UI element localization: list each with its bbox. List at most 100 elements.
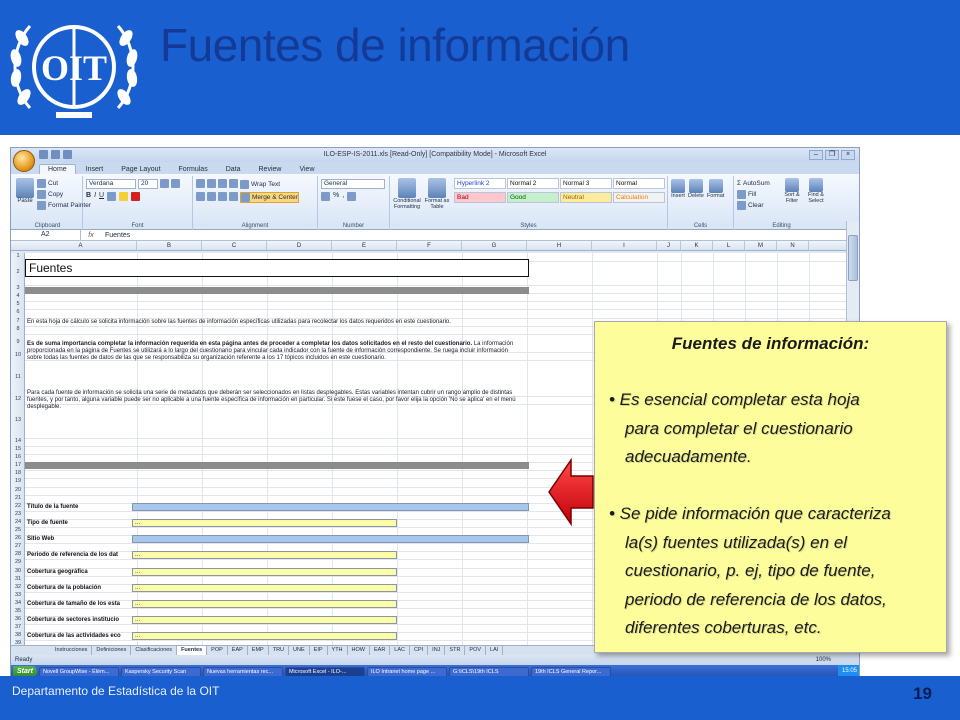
row-header[interactable]: 23: [11, 511, 25, 517]
row-header[interactable]: 27: [11, 543, 25, 549]
paste-button[interactable]: Paste: [16, 178, 34, 204]
taskbar-item[interactable]: Microsoft Excel - ILO-...: [284, 666, 365, 676]
row-header[interactable]: 26: [11, 535, 25, 541]
borders-icon[interactable]: [107, 192, 117, 201]
column-header[interactable]: L: [713, 241, 745, 250]
row-header[interactable]: 12: [11, 396, 25, 402]
row-header[interactable]: 1: [11, 253, 25, 259]
column-header[interactable]: C: [202, 241, 267, 250]
underline-button[interactable]: U: [99, 192, 104, 201]
column-header[interactable]: B: [137, 241, 202, 250]
ribbon-tab-home[interactable]: Home: [39, 164, 76, 174]
column-header[interactable]: N: [777, 241, 809, 250]
sheet-tab-pov[interactable]: POV: [465, 646, 487, 655]
sheet-tab-yth[interactable]: YTH: [328, 646, 348, 655]
sheet-tab-cpi[interactable]: CPI: [410, 646, 429, 655]
cell-style-hyperlink-2[interactable]: Hyperlink 2: [454, 178, 506, 189]
row-header[interactable]: 10: [11, 352, 25, 358]
sheet-tab-pop[interactable]: POP: [207, 646, 228, 655]
field-input[interactable]: ...: [132, 518, 397, 527]
close-button[interactable]: ×: [841, 150, 855, 160]
column-header[interactable]: D: [267, 241, 332, 250]
autosum-button[interactable]: Σ AutoSum: [737, 178, 770, 189]
field-input[interactable]: ...: [132, 616, 397, 625]
fill-color-icon[interactable]: [119, 192, 129, 201]
taskbar-item[interactable]: Novell GroupWise - Élém...: [38, 666, 119, 676]
align-left-icon[interactable]: [196, 192, 205, 201]
row-header[interactable]: 2: [11, 269, 25, 275]
row-header[interactable]: 15: [11, 446, 25, 452]
field-input[interactable]: ...: [132, 599, 397, 608]
merge-center-button[interactable]: Merge & Center: [240, 192, 299, 203]
row-header[interactable]: 11: [11, 374, 25, 380]
sheet-tab-how[interactable]: HOW: [348, 646, 370, 655]
font-size-select[interactable]: 20: [138, 179, 158, 189]
sheet-tab-eip[interactable]: EIP: [310, 646, 328, 655]
column-header[interactable]: M: [745, 241, 777, 250]
row-header[interactable]: 3: [11, 285, 25, 291]
row-header[interactable]: 22: [11, 503, 25, 509]
sheet-tab-str[interactable]: STR: [445, 646, 466, 655]
column-header[interactable]: H: [527, 241, 592, 250]
row-header[interactable]: 34: [11, 600, 25, 606]
sheet-heading-cell[interactable]: Fuentes: [25, 259, 529, 277]
zoom-level[interactable]: 100%: [816, 655, 831, 665]
align-right-icon[interactable]: [218, 192, 227, 201]
align-bottom-icon[interactable]: [218, 179, 227, 188]
find-select-button[interactable]: Find & Select: [805, 178, 827, 204]
orientation-icon[interactable]: [229, 179, 238, 188]
bold-button[interactable]: B: [86, 192, 91, 201]
row-header[interactable]: 19: [11, 478, 25, 484]
sheet-tab-tru[interactable]: TRU: [269, 646, 290, 655]
cell-style-good[interactable]: Good: [507, 192, 559, 203]
number-format-select[interactable]: General: [321, 179, 385, 189]
cell-style-normal-2[interactable]: Normal 2: [507, 178, 559, 189]
row-header[interactable]: 20: [11, 487, 25, 493]
column-header[interactable]: I: [592, 241, 657, 250]
ribbon-tab-page-layout[interactable]: Page Layout: [113, 165, 168, 174]
cell-style-neutral[interactable]: Neutral: [560, 192, 612, 203]
row-header[interactable]: 30: [11, 568, 25, 574]
cell-style-calculation[interactable]: Calculation: [613, 192, 665, 203]
field-input[interactable]: ...: [132, 551, 397, 560]
row-header[interactable]: 7: [11, 318, 25, 324]
ribbon-tab-view[interactable]: View: [291, 165, 322, 174]
shrink-font-icon[interactable]: [171, 179, 180, 188]
minimize-button[interactable]: –: [809, 150, 823, 160]
ribbon-tab-data[interactable]: Data: [218, 165, 249, 174]
taskbar-item[interactable]: Kaspersky Security Scan: [120, 666, 201, 676]
field-input[interactable]: ...: [132, 632, 397, 641]
sheet-tab-instrucciones[interactable]: Instrucciones: [51, 646, 93, 655]
column-header[interactable]: A: [25, 241, 137, 250]
sheet-tab-une[interactable]: UNE: [289, 646, 310, 655]
row-header[interactable]: 9: [11, 339, 25, 345]
row-header[interactable]: 25: [11, 527, 25, 533]
field-input[interactable]: ...: [132, 567, 397, 576]
ribbon-tab-review[interactable]: Review: [251, 165, 290, 174]
row-header[interactable]: 28: [11, 551, 25, 557]
taskbar-item[interactable]: Nuevas herramientas rec...: [202, 666, 283, 676]
currency-icon[interactable]: [321, 192, 330, 201]
sheet-tab-fuentes[interactable]: Fuentes: [177, 646, 208, 655]
format-as-table-button[interactable]: Format as Table: [424, 178, 450, 210]
column-header[interactable]: J: [657, 241, 681, 250]
row-header[interactable]: 37: [11, 624, 25, 630]
field-input[interactable]: [132, 535, 529, 544]
column-header[interactable]: F: [397, 241, 462, 250]
formula-input[interactable]: Fuentes: [101, 232, 130, 239]
wrap-text-button[interactable]: Wrap Text: [240, 179, 280, 190]
office-button[interactable]: [13, 150, 35, 172]
row-header[interactable]: 21: [11, 495, 25, 501]
fx-icon[interactable]: fx: [81, 232, 101, 239]
row-header[interactable]: 14: [11, 438, 25, 444]
sheet-tab-ear[interactable]: EAR: [370, 646, 391, 655]
field-input[interactable]: [132, 502, 529, 511]
delete-cells-button[interactable]: Delete: [688, 179, 704, 199]
row-header[interactable]: 32: [11, 584, 25, 590]
name-box[interactable]: A2: [11, 230, 81, 240]
row-header[interactable]: 24: [11, 519, 25, 525]
comma-button[interactable]: ,: [342, 192, 344, 201]
field-input[interactable]: ...: [132, 583, 397, 592]
column-header[interactable]: K: [681, 241, 713, 250]
column-header[interactable]: G: [462, 241, 527, 250]
